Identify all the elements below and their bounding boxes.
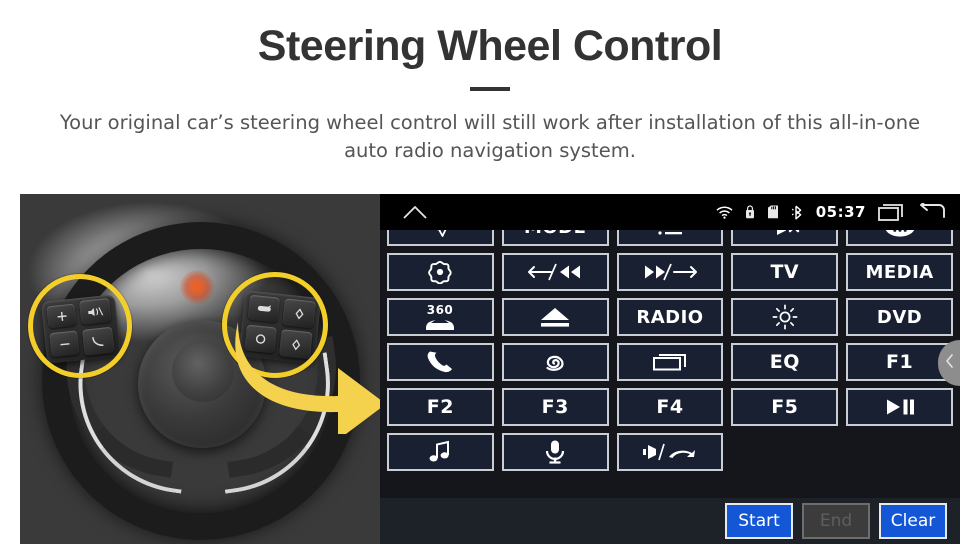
microphone-icon [544, 439, 566, 465]
key-f4[interactable]: F4 [616, 388, 724, 426]
airbag-emblem [172, 340, 234, 402]
key-tv[interactable]: TV [731, 253, 839, 291]
key-next[interactable] [616, 253, 724, 291]
key-screen[interactable] [616, 343, 724, 381]
key-volume-hangup[interactable] [616, 433, 724, 471]
key-mode[interactable]: MODE [501, 230, 609, 246]
swc-key-grid: MODE [387, 230, 953, 471]
page-header: Steering Wheel Control Your original car… [0, 0, 980, 165]
android-status-bar: 05:37 [380, 194, 960, 230]
screen-icon [652, 352, 688, 372]
key-f3[interactable]: F3 [501, 388, 609, 426]
key-f1[interactable]: F1 [846, 343, 953, 381]
key-setting[interactable] [387, 253, 494, 291]
key-dvd[interactable]: DVD [846, 298, 953, 336]
clear-button[interactable]: Clear [879, 503, 947, 539]
key-play-pause[interactable] [846, 388, 953, 426]
previous-track-icon [525, 262, 585, 282]
swc-key-grid-scroll[interactable]: MODE [380, 230, 960, 500]
key-prev[interactable] [501, 253, 609, 291]
key-nav[interactable] [387, 230, 494, 246]
page-title: Steering Wheel Control [257, 22, 723, 70]
car-radio-screen: 05:37 TV MEDIA 360 RADIO DVD EQ F1 F2 F3… [380, 194, 960, 544]
key-360[interactable]: 360 [387, 298, 494, 336]
end-button: End [802, 503, 870, 539]
recents-icon[interactable] [878, 203, 906, 221]
page-root: Steering Wheel Control Your original car… [0, 0, 980, 544]
key-media[interactable]: MEDIA [846, 253, 953, 291]
key-eq[interactable]: EQ [731, 343, 839, 381]
mute-icon [768, 230, 802, 237]
navigation-arrow-icon [427, 230, 453, 238]
target-icon [428, 260, 453, 284]
volume-hangup-icon [641, 441, 699, 463]
apps-grid-icon [883, 230, 917, 238]
key-mic[interactable] [501, 433, 609, 471]
key-phone[interactable] [387, 343, 494, 381]
key-f5[interactable]: F5 [731, 388, 839, 426]
key-apps[interactable] [846, 230, 953, 246]
action-bar: Start End Clear [380, 498, 960, 544]
lock-icon [745, 205, 755, 219]
highlight-ring-left [28, 274, 132, 378]
svg-text:360: 360 [427, 303, 454, 317]
eject-icon [538, 306, 572, 328]
bluetooth-icon [791, 205, 804, 220]
spiral-icon [540, 349, 570, 375]
back-icon[interactable] [918, 203, 946, 221]
brightness-icon [772, 304, 798, 330]
chevron-left-icon [945, 353, 954, 373]
page-subtitle: Your original car’s steering wheel contr… [59, 111, 921, 162]
car-360-icon: 360 [420, 301, 460, 333]
content-area: 05:37 TV MEDIA 360 RADIO DVD EQ F1 F2 F3… [0, 194, 980, 544]
key-eject[interactable] [501, 298, 609, 336]
key-radio[interactable]: RADIO [616, 298, 724, 336]
steering-wheel-photo [20, 194, 380, 544]
title-divider [470, 87, 510, 92]
play-pause-icon [883, 398, 917, 416]
wifi-icon [716, 206, 733, 219]
key-swirl[interactable] [501, 343, 609, 381]
next-track-icon [640, 262, 700, 282]
key-list[interactable] [616, 230, 724, 246]
status-bar-clock: 05:37 [815, 203, 866, 221]
key-music[interactable] [387, 433, 494, 471]
home-icon[interactable] [402, 204, 428, 220]
start-button[interactable]: Start [725, 503, 793, 539]
music-note-icon [427, 440, 453, 464]
list-icon [657, 230, 683, 236]
key-f2[interactable]: F2 [387, 388, 494, 426]
sdcard-icon [767, 205, 779, 219]
key-brightness[interactable] [731, 298, 839, 336]
key-mute[interactable] [731, 230, 839, 246]
pointing-arrow-icon [235, 322, 380, 434]
phone-icon [425, 349, 455, 375]
